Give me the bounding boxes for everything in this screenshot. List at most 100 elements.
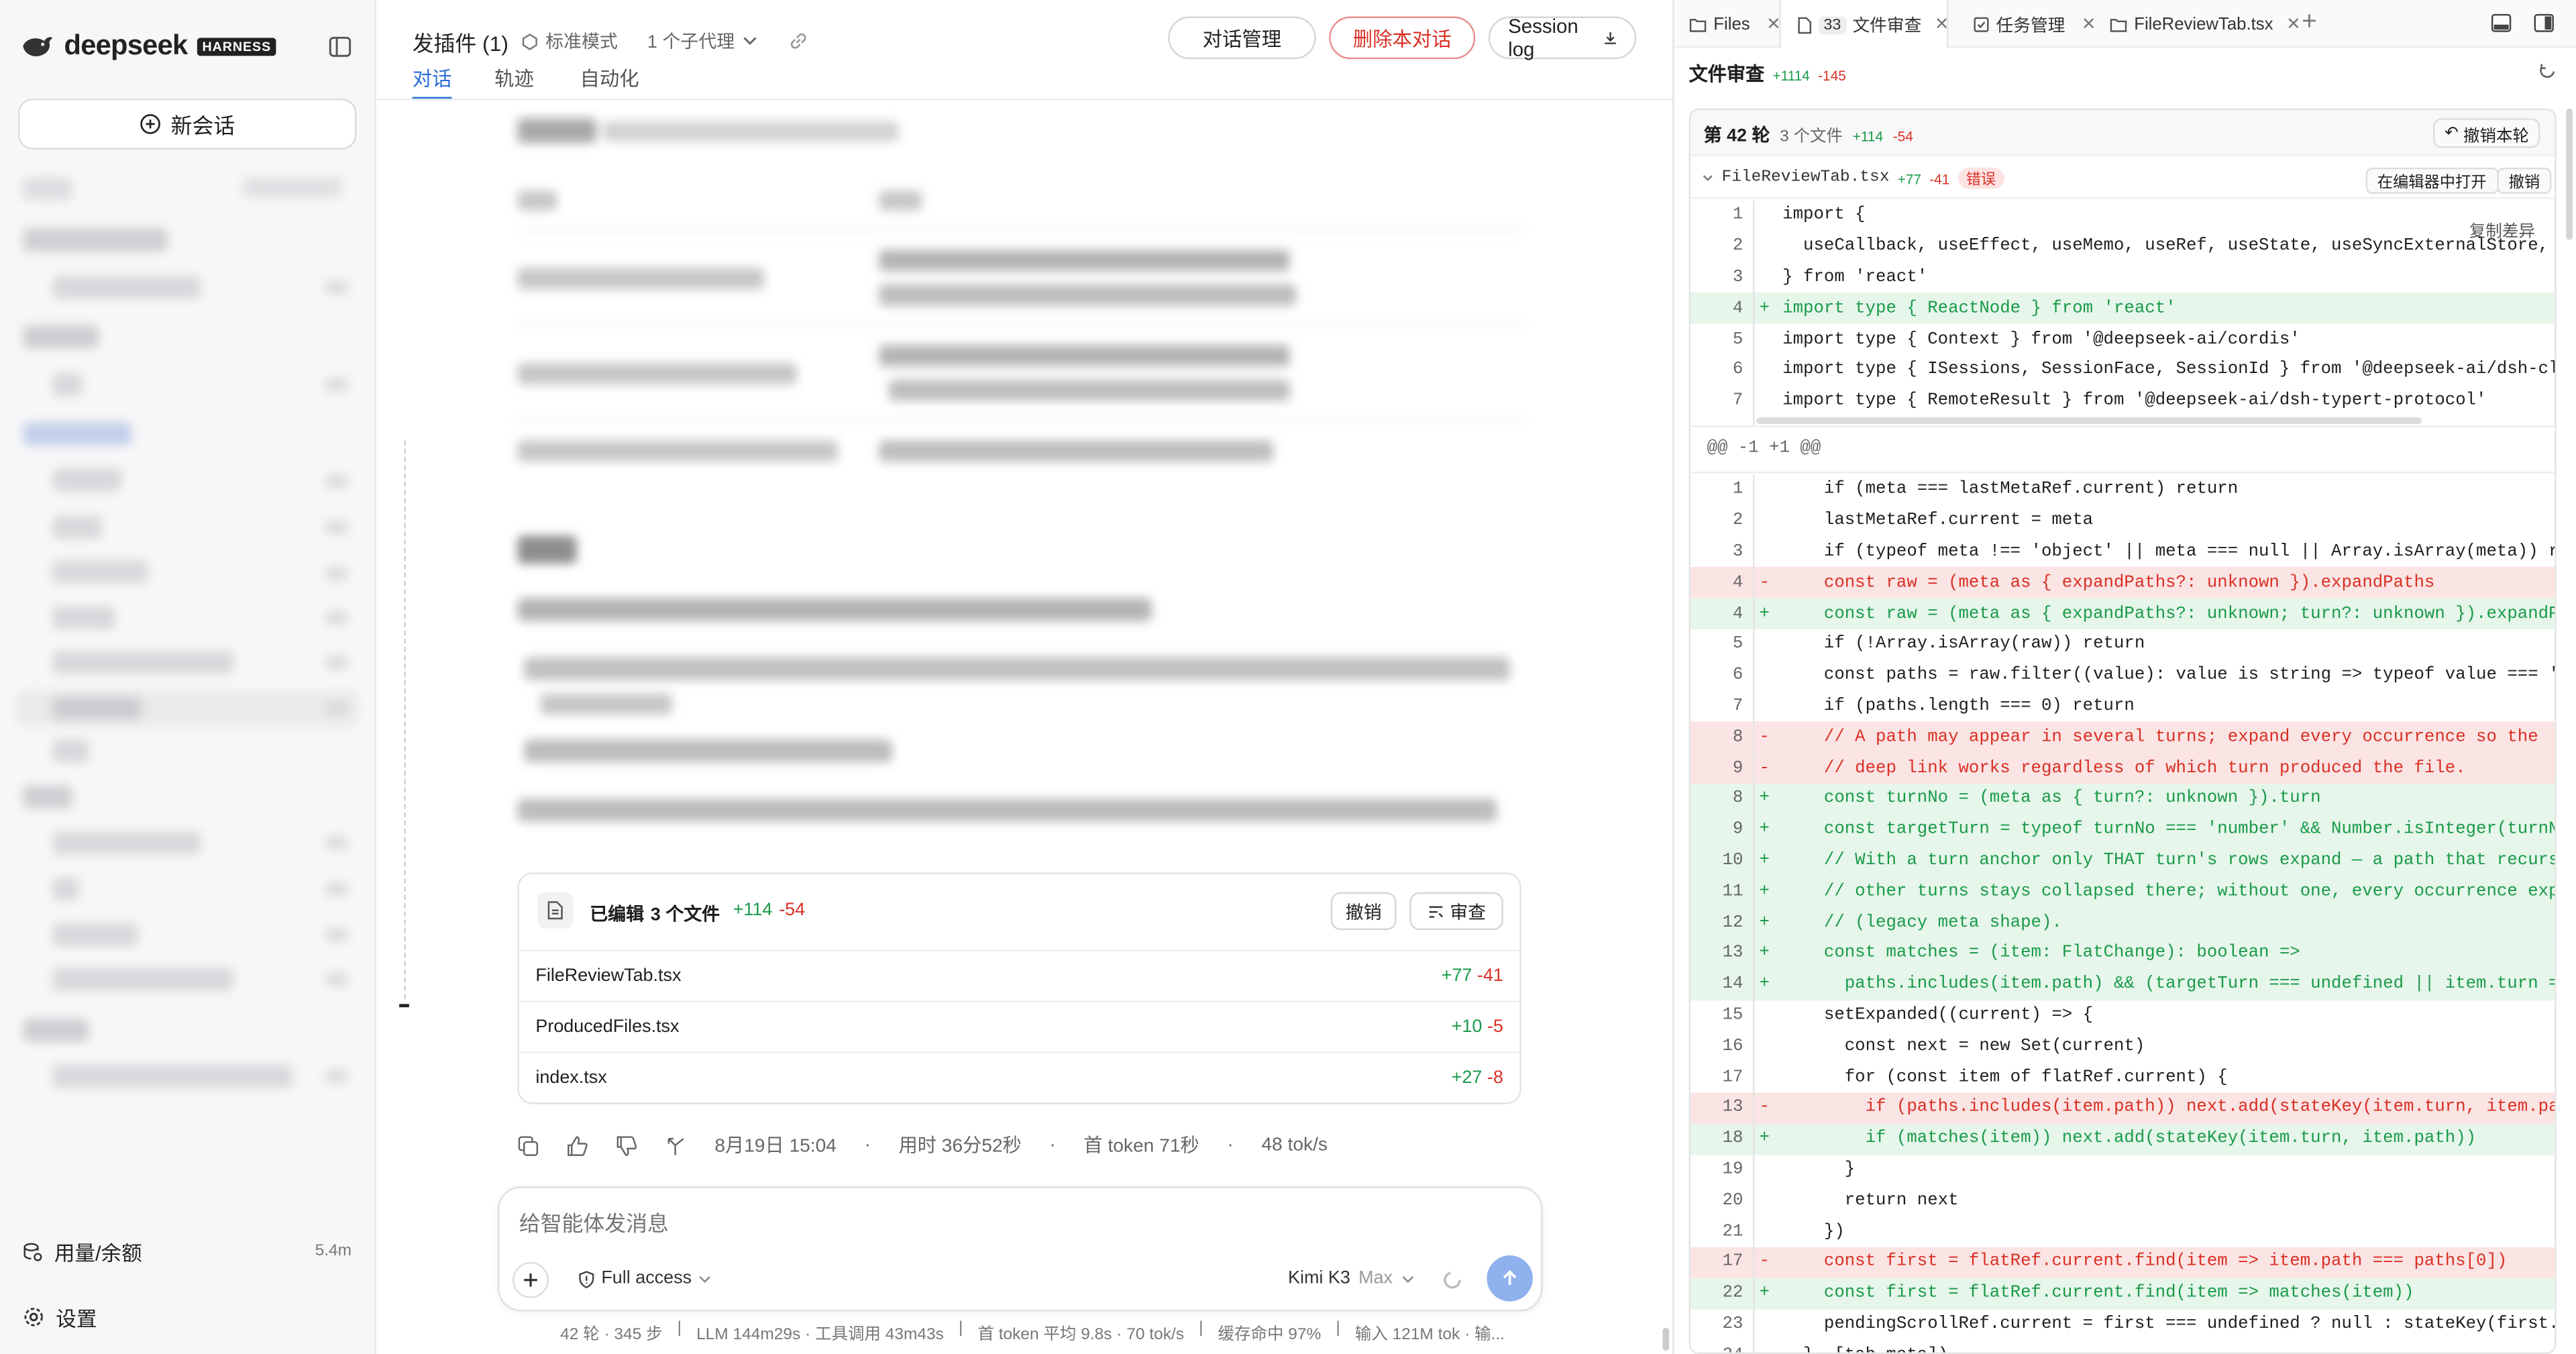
undo-button[interactable]: 撤销	[1330, 892, 1397, 931]
code-text: const next = new Set(current)	[1782, 1036, 2145, 1057]
close-icon[interactable]: ✕	[1935, 15, 1949, 34]
tab-file-open[interactable]: FileReviewTab.tsx ✕	[2110, 10, 2301, 40]
tab-file-review-label: 文件审查	[1852, 15, 1922, 36]
line-number: 3	[1732, 268, 1743, 288]
diff-sign	[1753, 1345, 1776, 1352]
settings-row[interactable]: 设置	[23, 1302, 97, 1333]
attach-button[interactable]	[513, 1261, 549, 1298]
diff-line: 4 + const raw = (meta as { expandPaths?: …	[1690, 598, 2555, 629]
thumbs-up-icon[interactable]	[567, 1135, 588, 1156]
tab-file-open-label: FileReviewTab.tsx	[2134, 15, 2273, 35]
list-item[interactable]	[23, 177, 72, 201]
delete-chat-button[interactable]: 删除本对话	[1329, 16, 1476, 60]
copy-icon[interactable]	[517, 1135, 539, 1156]
diff-sign	[1753, 206, 1776, 225]
branch-icon[interactable]	[665, 1135, 687, 1156]
manage-chats-button[interactable]: 对话管理	[1168, 16, 1316, 60]
diff-line: 5 import type { Context } from '@deepsee…	[1690, 324, 2555, 355]
list-item[interactable]	[52, 739, 89, 763]
file-row[interactable]: ProducedFiles.tsx +10 -5	[519, 1000, 1520, 1051]
list-item[interactable]	[52, 515, 102, 539]
session-log-button[interactable]: Session log	[1488, 15, 1637, 61]
list-item[interactable]	[23, 325, 99, 349]
file-row[interactable]: index.tsx +27 -8	[519, 1051, 1520, 1102]
usage-value: 5.4m	[315, 1242, 352, 1261]
send-button[interactable]	[1487, 1255, 1533, 1302]
scrollbar[interactable]	[1662, 1327, 1670, 1351]
diff-sign: -	[1759, 573, 1770, 593]
list-item[interactable]	[23, 785, 72, 809]
tab-chat[interactable]: 对话	[412, 64, 452, 101]
file-icon	[1798, 16, 1812, 33]
subagent-selector[interactable]: 1 个子代理	[647, 28, 808, 54]
message-first-token: 首 token 71秒	[1083, 1137, 1199, 1157]
diff-sign: -	[1759, 1253, 1770, 1273]
list-item[interactable]	[23, 422, 131, 446]
diff-sign: -	[1759, 727, 1770, 747]
list-item[interactable]	[52, 372, 83, 397]
undo-turn-button[interactable]: ↶ 撤销本轮	[2432, 118, 2541, 148]
list-item[interactable]	[52, 831, 201, 855]
vertical-scrollbar[interactable]	[2566, 108, 2573, 240]
code-text: const paths = raw.filter((value): value …	[1782, 666, 2557, 686]
copy-diff-button[interactable]: 复制差异	[2469, 217, 2535, 242]
mode-selector[interactable]: 标准模式	[521, 28, 618, 54]
message-input[interactable]	[519, 1208, 1505, 1238]
list-item[interactable]	[52, 877, 79, 901]
diff-line: 22 + const first = flatRef.current.find(i…	[1690, 1278, 2555, 1309]
diff-line: 13 + const matches = (item: FlatChange): …	[1690, 938, 2555, 970]
thumbs-down-icon[interactable]	[616, 1135, 637, 1156]
diff-line: 15 setExpanded((current) => {	[1690, 1000, 2555, 1031]
list-item[interactable]	[52, 468, 122, 492]
refresh-icon[interactable]	[2538, 62, 2557, 81]
brand-name: deepseek	[64, 30, 189, 61]
list-item[interactable]	[52, 923, 138, 947]
list-item[interactable]	[23, 228, 168, 252]
list-item[interactable]	[52, 696, 142, 720]
toggle-sidebar-icon[interactable]	[329, 36, 352, 62]
file-row[interactable]: FileReviewTab.tsx +77 -41	[519, 949, 1520, 1001]
link-icon[interactable]	[789, 32, 808, 51]
review-button[interactable]: 审查	[1409, 892, 1503, 931]
diff-sign	[1753, 360, 1776, 380]
edited-count: 3 个文件	[650, 905, 720, 925]
list-item[interactable]	[52, 650, 233, 674]
add-tab-icon[interactable]: +	[2302, 8, 2317, 38]
list-item[interactable]	[52, 1064, 292, 1088]
usage-row[interactable]: 用量/余额 5.4m	[23, 1236, 352, 1267]
layout-bottom-icon[interactable]	[2491, 13, 2512, 33]
code-text: })	[1782, 1222, 1845, 1242]
close-icon[interactable]: ✕	[2082, 15, 2096, 34]
tab-file-review[interactable]: 33 文件审查 ✕	[1797, 10, 1949, 40]
list-item[interactable]	[52, 606, 115, 629]
diff-file-name: FileReviewTab.tsx	[1721, 169, 1890, 188]
tab-task-manager[interactable]: 任务管理 ✕	[1973, 10, 2096, 40]
close-icon[interactable]: ✕	[2286, 15, 2301, 34]
code-text: // (legacy meta shape).	[1782, 913, 2062, 933]
horizontal-scrollbar[interactable]	[1756, 417, 2422, 424]
model-selector[interactable]: Kimi K3 Max	[1288, 1269, 1414, 1288]
file-diff-header[interactable]: FileReviewTab.tsx +77 -41 错误	[1702, 167, 2004, 189]
code-text: setExpanded((current) => {	[1782, 1005, 2094, 1026]
document-icon	[537, 892, 574, 929]
open-in-editor-button[interactable]: 在编辑器中打开	[2365, 167, 2498, 194]
diff-file-minus: -41	[1929, 170, 1950, 187]
tab-automation[interactable]: 自动化	[580, 64, 639, 93]
settings-label: 设置	[56, 1308, 97, 1331]
plus-icon	[524, 1273, 537, 1287]
file-minus: -8	[1487, 1067, 1503, 1088]
tab-trace[interactable]: 轨迹	[494, 64, 534, 93]
layout-right-icon[interactable]	[2533, 13, 2555, 33]
tab-files[interactable]: Files ✕	[1689, 10, 1781, 40]
list-item[interactable]	[52, 968, 233, 991]
code-text: // deep link works regardless of which t…	[1782, 758, 2466, 778]
undo-file-button[interactable]: 撤销	[2497, 167, 2552, 194]
brand-logo[interactable]: deepseek HARNESS	[21, 30, 276, 62]
list-item[interactable]	[52, 276, 201, 299]
list-item[interactable]	[23, 1019, 89, 1042]
access-selector[interactable]: Full access	[578, 1269, 711, 1288]
list-item[interactable]	[52, 560, 148, 584]
message-speed: 48 tok/s	[1261, 1135, 1328, 1155]
timeline-marker[interactable]	[399, 1004, 409, 1008]
new-chat-button[interactable]: 新会话	[17, 98, 357, 150]
